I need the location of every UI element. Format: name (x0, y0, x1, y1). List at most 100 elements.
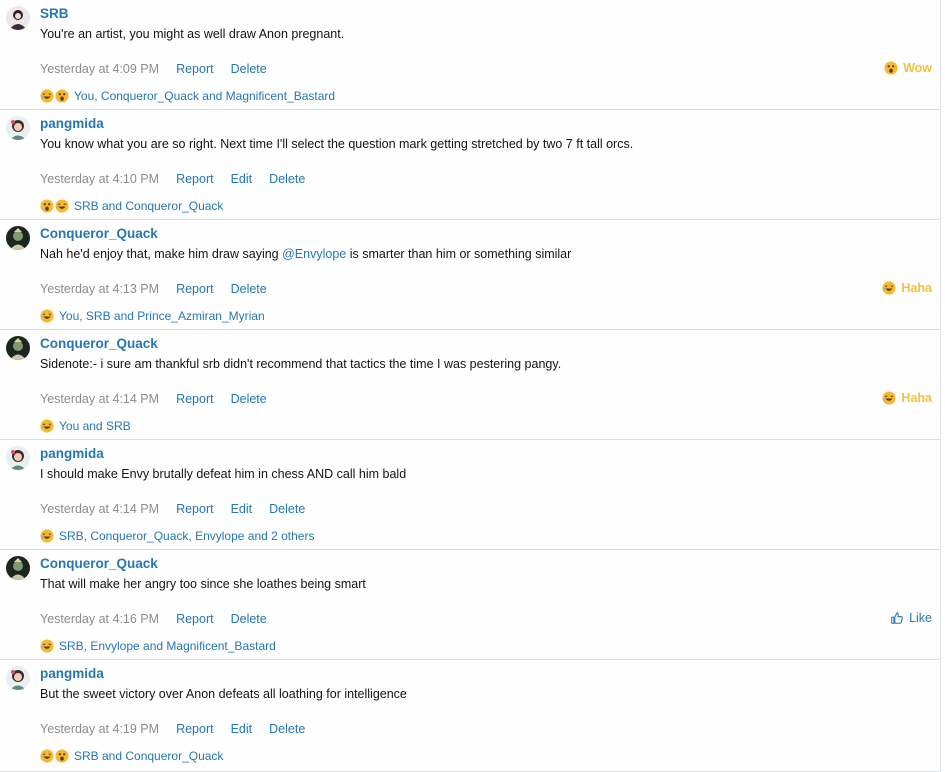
message-text: Sidenote:- i sure am thankful srb didn't… (40, 357, 562, 371)
wow-emoji-icon (55, 749, 69, 763)
reactions-summary: SRB and Conqueror_Quack (40, 199, 223, 213)
haha-emoji-icon (40, 639, 54, 653)
haha-emoji-icon (40, 529, 54, 543)
username-link[interactable]: SRB (40, 6, 69, 21)
reactions-list-link[interactable]: SRB, Envylope and Magnificent_Bastard (59, 639, 276, 653)
reactions-summary: You and SRB (40, 419, 131, 433)
delete-link[interactable]: Delete (269, 502, 305, 516)
message-post: Conqueror_Quack Sidenote:- i sure am tha… (0, 330, 940, 440)
haha-emoji-icon (55, 199, 69, 213)
message-actions: Yesterday at 4:13 PM Report Delete (40, 282, 267, 296)
message-text: That will make her angry too since she l… (40, 577, 366, 591)
report-link[interactable]: Report (176, 722, 214, 736)
user-mention-link[interactable]: @Envylope (282, 247, 346, 261)
haha-emoji-icon (40, 309, 54, 323)
haha-emoji-icon (40, 419, 54, 433)
haha-emoji-icon (882, 281, 896, 295)
like-button[interactable]: Like (890, 611, 932, 625)
report-link[interactable]: Report (176, 172, 214, 186)
edit-link[interactable]: Edit (231, 722, 253, 736)
username-link[interactable]: Conqueror_Quack (40, 226, 158, 241)
message-text: Nah he'd enjoy that, make him draw sayin… (40, 247, 571, 261)
report-link[interactable]: Report (176, 502, 214, 516)
avatar[interactable] (6, 226, 30, 250)
username-link[interactable]: Conqueror_Quack (40, 556, 158, 571)
message-actions: Yesterday at 4:10 PM Report Edit Delete (40, 172, 305, 186)
reactions-summary: SRB, Envylope and Magnificent_Bastard (40, 639, 276, 653)
reactions-list-link[interactable]: You, SRB and Prince_Azmiran_Myrian (59, 309, 265, 323)
avatar[interactable] (6, 556, 30, 580)
delete-link[interactable]: Delete (231, 62, 267, 76)
reaction-emojis (40, 309, 55, 323)
avatar[interactable] (6, 116, 30, 140)
message-actions: Yesterday at 4:19 PM Report Edit Delete (40, 722, 305, 736)
message-actions: Yesterday at 4:14 PM Report Edit Delete (40, 502, 305, 516)
reaction-emojis (40, 529, 55, 543)
reaction-button[interactable]: Haha (882, 391, 932, 405)
message-actions: Yesterday at 4:14 PM Report Delete (40, 392, 267, 406)
username-link[interactable]: pangmida (40, 116, 104, 131)
report-link[interactable]: Report (176, 392, 214, 406)
reaction-button[interactable]: Wow (884, 61, 932, 75)
reaction-label: Wow (903, 61, 932, 75)
reactions-list-link[interactable]: SRB and Conqueror_Quack (74, 749, 223, 763)
reactions-summary: You, SRB and Prince_Azmiran_Myrian (40, 309, 265, 323)
reaction-button[interactable]: Haha (882, 281, 932, 295)
message-post: pangmida But the sweet victory over Anon… (0, 660, 940, 772)
message-post: SRB You're an artist, you might as well … (0, 0, 940, 110)
reaction-label: Haha (901, 281, 932, 295)
reaction-label: Haha (901, 391, 932, 405)
thumbs-up-icon (891, 612, 903, 624)
message-text-part: Nah he'd enjoy that, make him draw sayin… (40, 247, 283, 261)
delete-link[interactable]: Delete (269, 722, 305, 736)
edit-link[interactable]: Edit (231, 502, 253, 516)
reactions-list-link[interactable]: SRB, Conqueror_Quack, Envylope and 2 oth… (59, 529, 314, 543)
reaction-emojis (40, 199, 70, 213)
avatar[interactable] (6, 336, 30, 360)
username-link[interactable]: pangmida (40, 446, 104, 461)
reactions-list-link[interactable]: You and SRB (59, 419, 131, 433)
message-post: Conqueror_Quack That will make her angry… (0, 550, 940, 660)
timestamp-link[interactable]: Yesterday at 4:16 PM (40, 612, 159, 626)
timestamp-link[interactable]: Yesterday at 4:09 PM (40, 62, 159, 76)
reactions-summary: SRB and Conqueror_Quack (40, 749, 223, 763)
wow-emoji-icon (40, 199, 54, 213)
report-link[interactable]: Report (176, 62, 214, 76)
haha-emoji-icon (40, 749, 54, 763)
username-link[interactable]: pangmida (40, 666, 104, 681)
wow-emoji-icon (884, 61, 898, 75)
reactions-list-link[interactable]: You, Conqueror_Quack and Magnificent_Bas… (74, 89, 335, 103)
delete-link[interactable]: Delete (231, 282, 267, 296)
reaction-emojis (40, 749, 70, 763)
timestamp-link[interactable]: Yesterday at 4:10 PM (40, 172, 159, 186)
reaction-emojis (40, 419, 55, 433)
delete-link[interactable]: Delete (269, 172, 305, 186)
message-text: I should make Envy brutally defeat him i… (40, 467, 407, 481)
message-text-part: is smarter than him or something similar (346, 247, 572, 261)
message-actions: Yesterday at 4:16 PM Report Delete (40, 612, 267, 626)
reactions-summary: You, Conqueror_Quack and Magnificent_Bas… (40, 89, 335, 103)
message-text: You're an artist, you might as well draw… (40, 27, 345, 41)
delete-link[interactable]: Delete (231, 392, 267, 406)
avatar[interactable] (6, 6, 30, 30)
message-text: But the sweet victory over Anon defeats … (40, 687, 407, 701)
haha-emoji-icon (40, 89, 54, 103)
reaction-label: Like (909, 611, 932, 625)
reactions-summary: SRB, Conqueror_Quack, Envylope and 2 oth… (40, 529, 314, 543)
report-link[interactable]: Report (176, 282, 214, 296)
username-link[interactable]: Conqueror_Quack (40, 336, 158, 351)
timestamp-link[interactable]: Yesterday at 4:13 PM (40, 282, 159, 296)
avatar[interactable] (6, 446, 30, 470)
reactions-list-link[interactable]: SRB and Conqueror_Quack (74, 199, 223, 213)
message-thread: SRB You're an artist, you might as well … (0, 0, 941, 772)
reaction-emojis (40, 89, 70, 103)
edit-link[interactable]: Edit (231, 172, 253, 186)
timestamp-link[interactable]: Yesterday at 4:14 PM (40, 392, 159, 406)
timestamp-link[interactable]: Yesterday at 4:19 PM (40, 722, 159, 736)
timestamp-link[interactable]: Yesterday at 4:14 PM (40, 502, 159, 516)
report-link[interactable]: Report (176, 612, 214, 626)
message-actions: Yesterday at 4:09 PM Report Delete (40, 62, 267, 76)
delete-link[interactable]: Delete (231, 612, 267, 626)
message-text: You know what you are so right. Next tim… (40, 137, 634, 151)
avatar[interactable] (6, 666, 30, 690)
